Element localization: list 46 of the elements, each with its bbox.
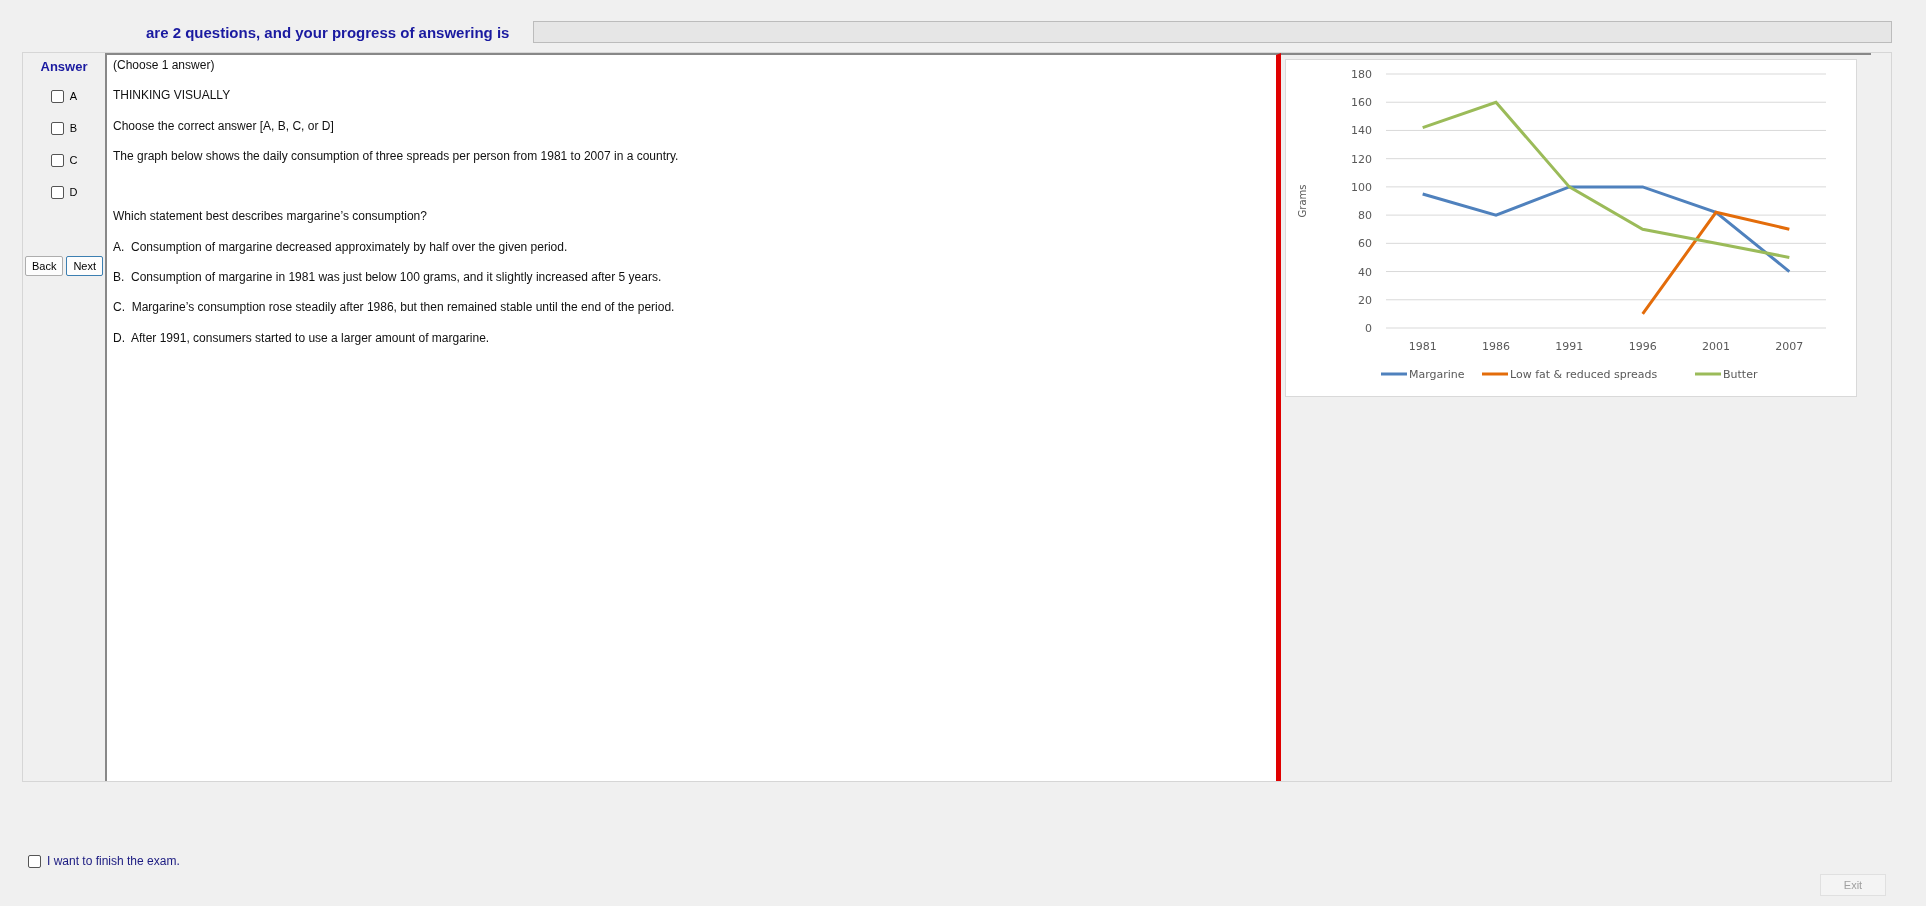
y-tick-label: 80 xyxy=(1358,209,1372,223)
x-tick-label: 1996 xyxy=(1628,340,1657,353)
option-label: B xyxy=(69,122,78,134)
answer-checkbox[interactable] xyxy=(50,121,64,135)
question-text: (Choose 1 answer) xyxy=(113,58,215,72)
legend-swatch xyxy=(1381,372,1407,376)
question-text: Which statement best describes margarine’s consumption? xyxy=(113,209,427,224)
answer-checkbox[interactable] xyxy=(50,153,64,167)
answer-checkbox[interactable] xyxy=(50,185,64,199)
option-label: C xyxy=(69,154,78,166)
legend-swatch xyxy=(1482,372,1508,376)
x-tick-label: 1991 xyxy=(1555,340,1584,353)
question-text: THINKING VISUALLY xyxy=(113,88,231,103)
x-tick-label: 1986 xyxy=(1482,340,1510,353)
y-tick-label: 40 xyxy=(1358,265,1372,279)
next-button[interactable]: Next xyxy=(66,256,104,276)
legend-label: Margarine xyxy=(1409,368,1465,381)
question-text: D. After 1991, consumers started to use a larger amount of margarine. xyxy=(113,330,490,345)
question-text: B. Consumption of margarine in 1981 was just below 100 grams, and it slightly increased after 5 years. xyxy=(113,270,662,285)
legend-swatch xyxy=(1695,372,1721,376)
y-tick-label: 140 xyxy=(1351,124,1372,138)
y-tick-label: 0 xyxy=(1365,322,1372,335)
y-tick-label: 160 xyxy=(1351,96,1372,110)
option-label: A xyxy=(69,90,78,102)
y-axis-label: Grams xyxy=(1297,184,1308,218)
y-tick-label: 20 xyxy=(1358,293,1372,307)
legend-label: Low fat & reduced spreads xyxy=(1510,368,1658,381)
question-text: Choose the correct answer [A, B, C, or D] xyxy=(113,118,334,133)
x-tick-label: 2007 xyxy=(1775,340,1804,353)
question-text: A. Consumption of margarine decreased approximately by half over the given period. xyxy=(113,239,568,254)
finish-label: I want to finish the exam. xyxy=(47,854,180,868)
back-button[interactable]: Back xyxy=(24,256,64,276)
option-label: D xyxy=(69,186,78,198)
question-text: The graph below shows the daily consumption of three spreads per person from 1981 to 2007 in a country. xyxy=(113,148,679,163)
answer-checkbox[interactable] xyxy=(50,89,64,103)
progress-caption: are 2 questions, and your progress of answering is xyxy=(146,23,510,41)
y-tick-label: 180 xyxy=(1351,68,1372,81)
legend-label: Butter xyxy=(1723,368,1758,381)
question-text: C. Margarine’s consumption rose steadily after 1986, but then remained stable until the end of the period. xyxy=(113,300,675,315)
y-tick-label: 100 xyxy=(1351,180,1372,194)
finish-checkbox[interactable] xyxy=(28,854,41,868)
x-tick-label: 1981 xyxy=(1408,340,1437,353)
x-tick-label: 2001 xyxy=(1702,340,1730,353)
answer-heading: Answer xyxy=(40,59,88,74)
y-tick-label: 120 xyxy=(1351,152,1372,166)
y-tick-label: 60 xyxy=(1358,237,1372,251)
